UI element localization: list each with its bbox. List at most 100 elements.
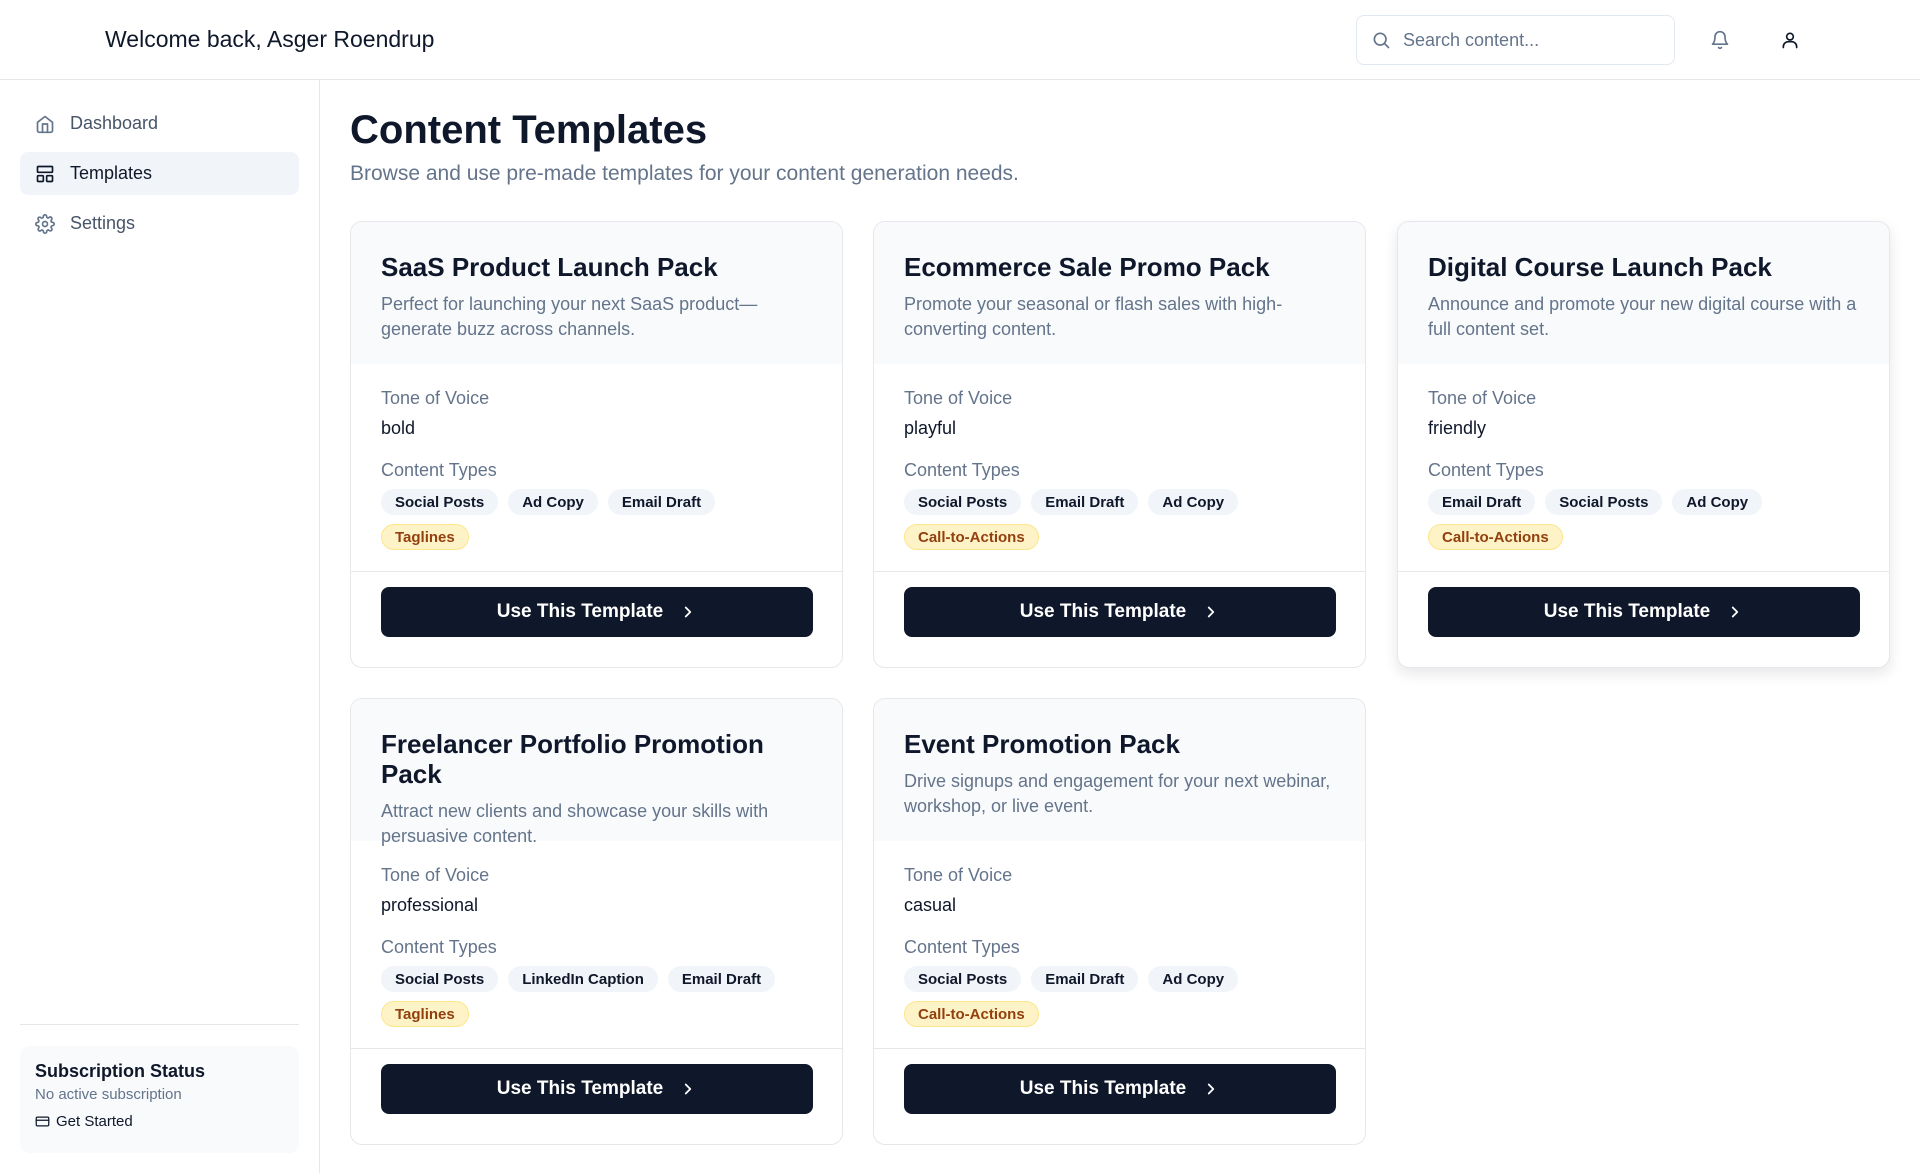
- content-type-tag: Call-to-Actions: [904, 1001, 1039, 1027]
- content-types-label: Content Types: [904, 937, 1020, 957]
- content-types-label: Content Types: [1428, 460, 1544, 480]
- content-type-tag: Email Draft: [1031, 489, 1139, 515]
- content-types-label: Content Types: [904, 460, 1020, 480]
- sidebar-item-dashboard[interactable]: Dashboard: [20, 102, 299, 145]
- get-started-label: Get Started: [56, 1113, 133, 1130]
- sidebar-item-label: Dashboard: [70, 113, 159, 133]
- card-divider: [351, 1048, 842, 1049]
- use-template-button[interactable]: Use This Template: [904, 1064, 1336, 1114]
- content-type-tags: Email Draft Social Posts Ad Copy Call-to-Ac…: [1428, 489, 1858, 550]
- content-type-tag: Taglines: [381, 1001, 469, 1027]
- bell-icon[interactable]: [1706, 26, 1734, 54]
- content-type-tags: Social Posts LinkedIn Caption Email Draft T…: [381, 966, 811, 1027]
- tone-value: professional: [381, 895, 479, 915]
- content-type-tags: Social Posts Ad Copy Email Draft Taglines: [381, 489, 811, 550]
- content-type-tag: Email Draft: [607, 489, 716, 515]
- sidebar-item-label: Settings: [70, 213, 136, 233]
- tone-label: Tone of Voice: [904, 388, 1013, 408]
- search-icon: [1371, 30, 1391, 50]
- content-type-tags: Social Posts Email Draft Ad Copy Call-to-Ac…: [904, 966, 1334, 1027]
- content-types-label: Content Types: [381, 460, 497, 480]
- sidebar-item-settings[interactable]: Settings: [20, 202, 299, 245]
- use-template-label: Use This Template: [1019, 601, 1187, 622]
- content-types-label: Content Types: [381, 937, 497, 957]
- use-template-label: Use This Template: [496, 601, 664, 622]
- template-title: Event Promotion Pack: [904, 729, 1180, 759]
- sidebar-item-templates[interactable]: Templates: [20, 152, 299, 195]
- use-template-label: Use This Template: [496, 1078, 664, 1099]
- content-type-tag: Ad Copy: [1148, 489, 1239, 515]
- content-type-tag: Call-to-Actions: [1428, 524, 1563, 550]
- top-header: Welcome back, Asger Roendrup: [0, 0, 1920, 80]
- card-body: Tone of Voice professional Content Types…: [381, 864, 812, 1027]
- use-template-button[interactable]: Use This Template: [1428, 587, 1860, 637]
- template-card: Digital Course Launch Pack Announce and …: [1397, 221, 1890, 668]
- content-type-tag: Email Draft: [1428, 489, 1536, 515]
- content-type-tag: Email Draft: [1031, 966, 1139, 992]
- get-started-link[interactable]: Get Started: [35, 1113, 284, 1130]
- content-type-tag: Social Posts: [381, 489, 499, 515]
- card-body: Tone of Voice friendly Content Types Ema…: [1428, 387, 1859, 550]
- card-divider: [1398, 571, 1889, 572]
- search-box[interactable]: [1356, 15, 1675, 65]
- tone-label: Tone of Voice: [381, 388, 490, 408]
- gear-icon: [35, 213, 55, 234]
- template-card: Event Promotion Pack Drive signups and e…: [873, 698, 1366, 1145]
- chevron-right-icon: [679, 603, 697, 621]
- layout-icon: [36, 165, 54, 182]
- content-type-tag: Social Posts: [904, 489, 1022, 515]
- template-card: Ecommerce Sale Promo Pack Promote your s…: [873, 221, 1366, 668]
- content-type-tag: Email Draft: [667, 966, 776, 992]
- card-header: Ecommerce Sale Promo Pack Promote your s…: [874, 222, 1365, 364]
- use-template-button[interactable]: Use This Template: [381, 587, 813, 637]
- content-type-tag: Call-to-Actions: [904, 524, 1039, 550]
- tone-value: playful: [904, 418, 957, 438]
- template-title: Freelancer Portfolio Promotion Pack: [381, 729, 764, 789]
- subscription-status: No active subscription: [35, 1086, 182, 1103]
- subscription-title: Subscription Status: [35, 1061, 206, 1081]
- card-header: SaaS Product Launch Pack Perfect for lau…: [351, 222, 842, 364]
- use-template-button[interactable]: Use This Template: [381, 1064, 813, 1114]
- tone-value: bold: [381, 418, 416, 438]
- credit-card-icon: [35, 1116, 50, 1127]
- sidebar: Dashboard Templates Settings Subscriptio…: [0, 80, 320, 1173]
- chevron-right-icon: [1202, 1080, 1220, 1098]
- page-subtitle: Browse and use pre-made templates for yo…: [350, 162, 1019, 185]
- content-type-tag: Social Posts: [904, 966, 1022, 992]
- card-header: Digital Course Launch Pack Announce and …: [1398, 222, 1889, 364]
- template-title: SaaS Product Launch Pack: [381, 252, 718, 282]
- tone-label: Tone of Voice: [381, 865, 490, 885]
- content-type-tag: Social Posts: [1545, 489, 1663, 515]
- card-header: Freelancer Portfolio Promotion Pack Attr…: [351, 699, 842, 846]
- subscription-panel: Subscription Status No active subscripti…: [20, 1046, 299, 1153]
- content-type-tag: Taglines: [381, 524, 469, 550]
- use-template-label: Use This Template: [1543, 601, 1711, 622]
- template-description: Drive signups and engagement for your ne…: [904, 771, 1331, 816]
- search-input[interactable]: [1403, 29, 1663, 51]
- template-description: Perfect for launching your next SaaS pro…: [381, 294, 758, 339]
- content-type-tags: Social Posts Email Draft Ad Copy Call-to-Ac…: [904, 489, 1334, 550]
- tone-value: casual: [904, 895, 957, 915]
- use-template-button[interactable]: Use This Template: [904, 587, 1336, 637]
- template-card: Freelancer Portfolio Promotion Pack Attr…: [350, 698, 843, 1145]
- user-icon[interactable]: [1776, 26, 1804, 54]
- template-title: Digital Course Launch Pack: [1428, 252, 1772, 282]
- card-divider: [351, 571, 842, 572]
- template-description: Attract new clients and showcase your sk…: [381, 801, 769, 846]
- template-description: Promote your seasonal or flash sales wit…: [904, 294, 1283, 339]
- card-body: Tone of Voice casual Content Types Socia…: [904, 864, 1335, 1027]
- template-description: Announce and promote your new digital co…: [1428, 294, 1857, 339]
- chevron-right-icon: [1202, 603, 1220, 621]
- page-title: Content Templates: [350, 108, 708, 152]
- welcome-message: Welcome back, Asger Roendrup: [105, 26, 435, 52]
- card-divider: [874, 1048, 1365, 1049]
- template-title: Ecommerce Sale Promo Pack: [904, 252, 1270, 282]
- template-card: SaaS Product Launch Pack Perfect for lau…: [350, 221, 843, 668]
- tone-value: friendly: [1428, 418, 1487, 438]
- card-body: Tone of Voice playful Content Types Soci…: [904, 387, 1335, 550]
- card-divider: [874, 571, 1365, 572]
- tone-label: Tone of Voice: [904, 865, 1013, 885]
- sidebar-divider: [20, 1024, 299, 1025]
- sidebar-item-label: Templates: [70, 163, 153, 183]
- content-type-tag: LinkedIn Caption: [508, 966, 658, 992]
